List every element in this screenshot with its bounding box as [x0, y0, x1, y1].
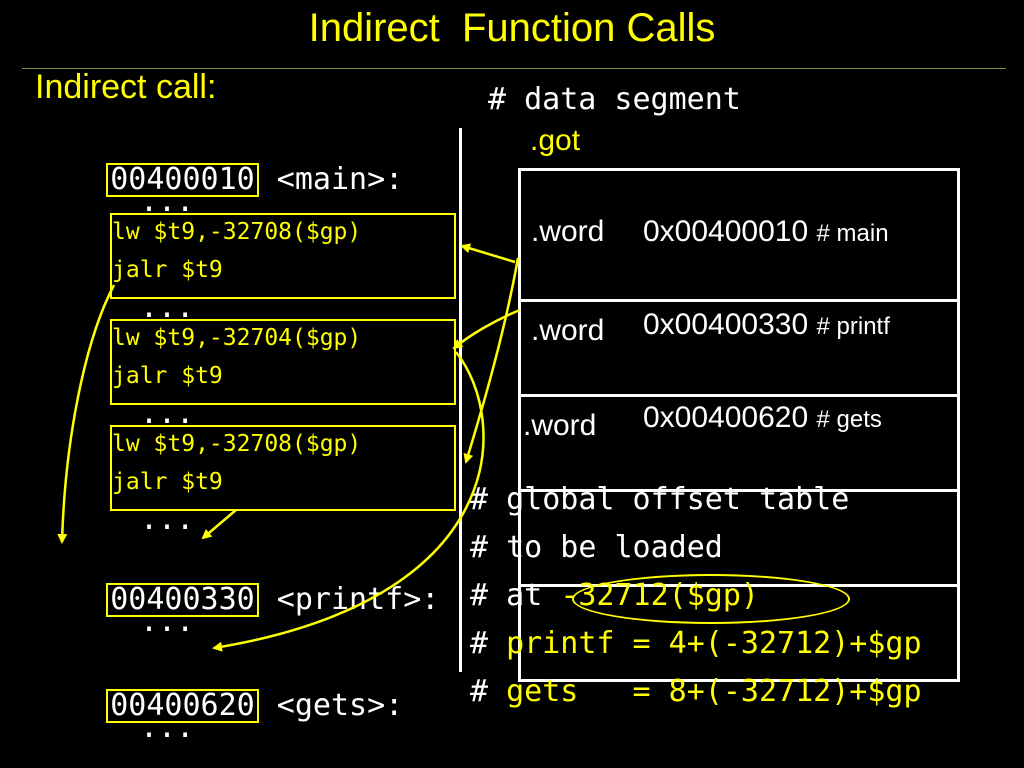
arrow-printf-entry-to-block1 [460, 243, 516, 264]
arrow-block1-to-printf [57, 284, 116, 544]
slide: Indirect Function Calls Indirect call: 0… [0, 0, 1024, 768]
arrow-printf-entry-to-block3 [463, 257, 520, 464]
arrow-block3-to-printf [201, 509, 237, 540]
arrow-overlay [57, 243, 521, 652]
arrow-block2-to-gets [212, 351, 485, 652]
arrow-gets-entry-to-block2 [452, 308, 521, 350]
